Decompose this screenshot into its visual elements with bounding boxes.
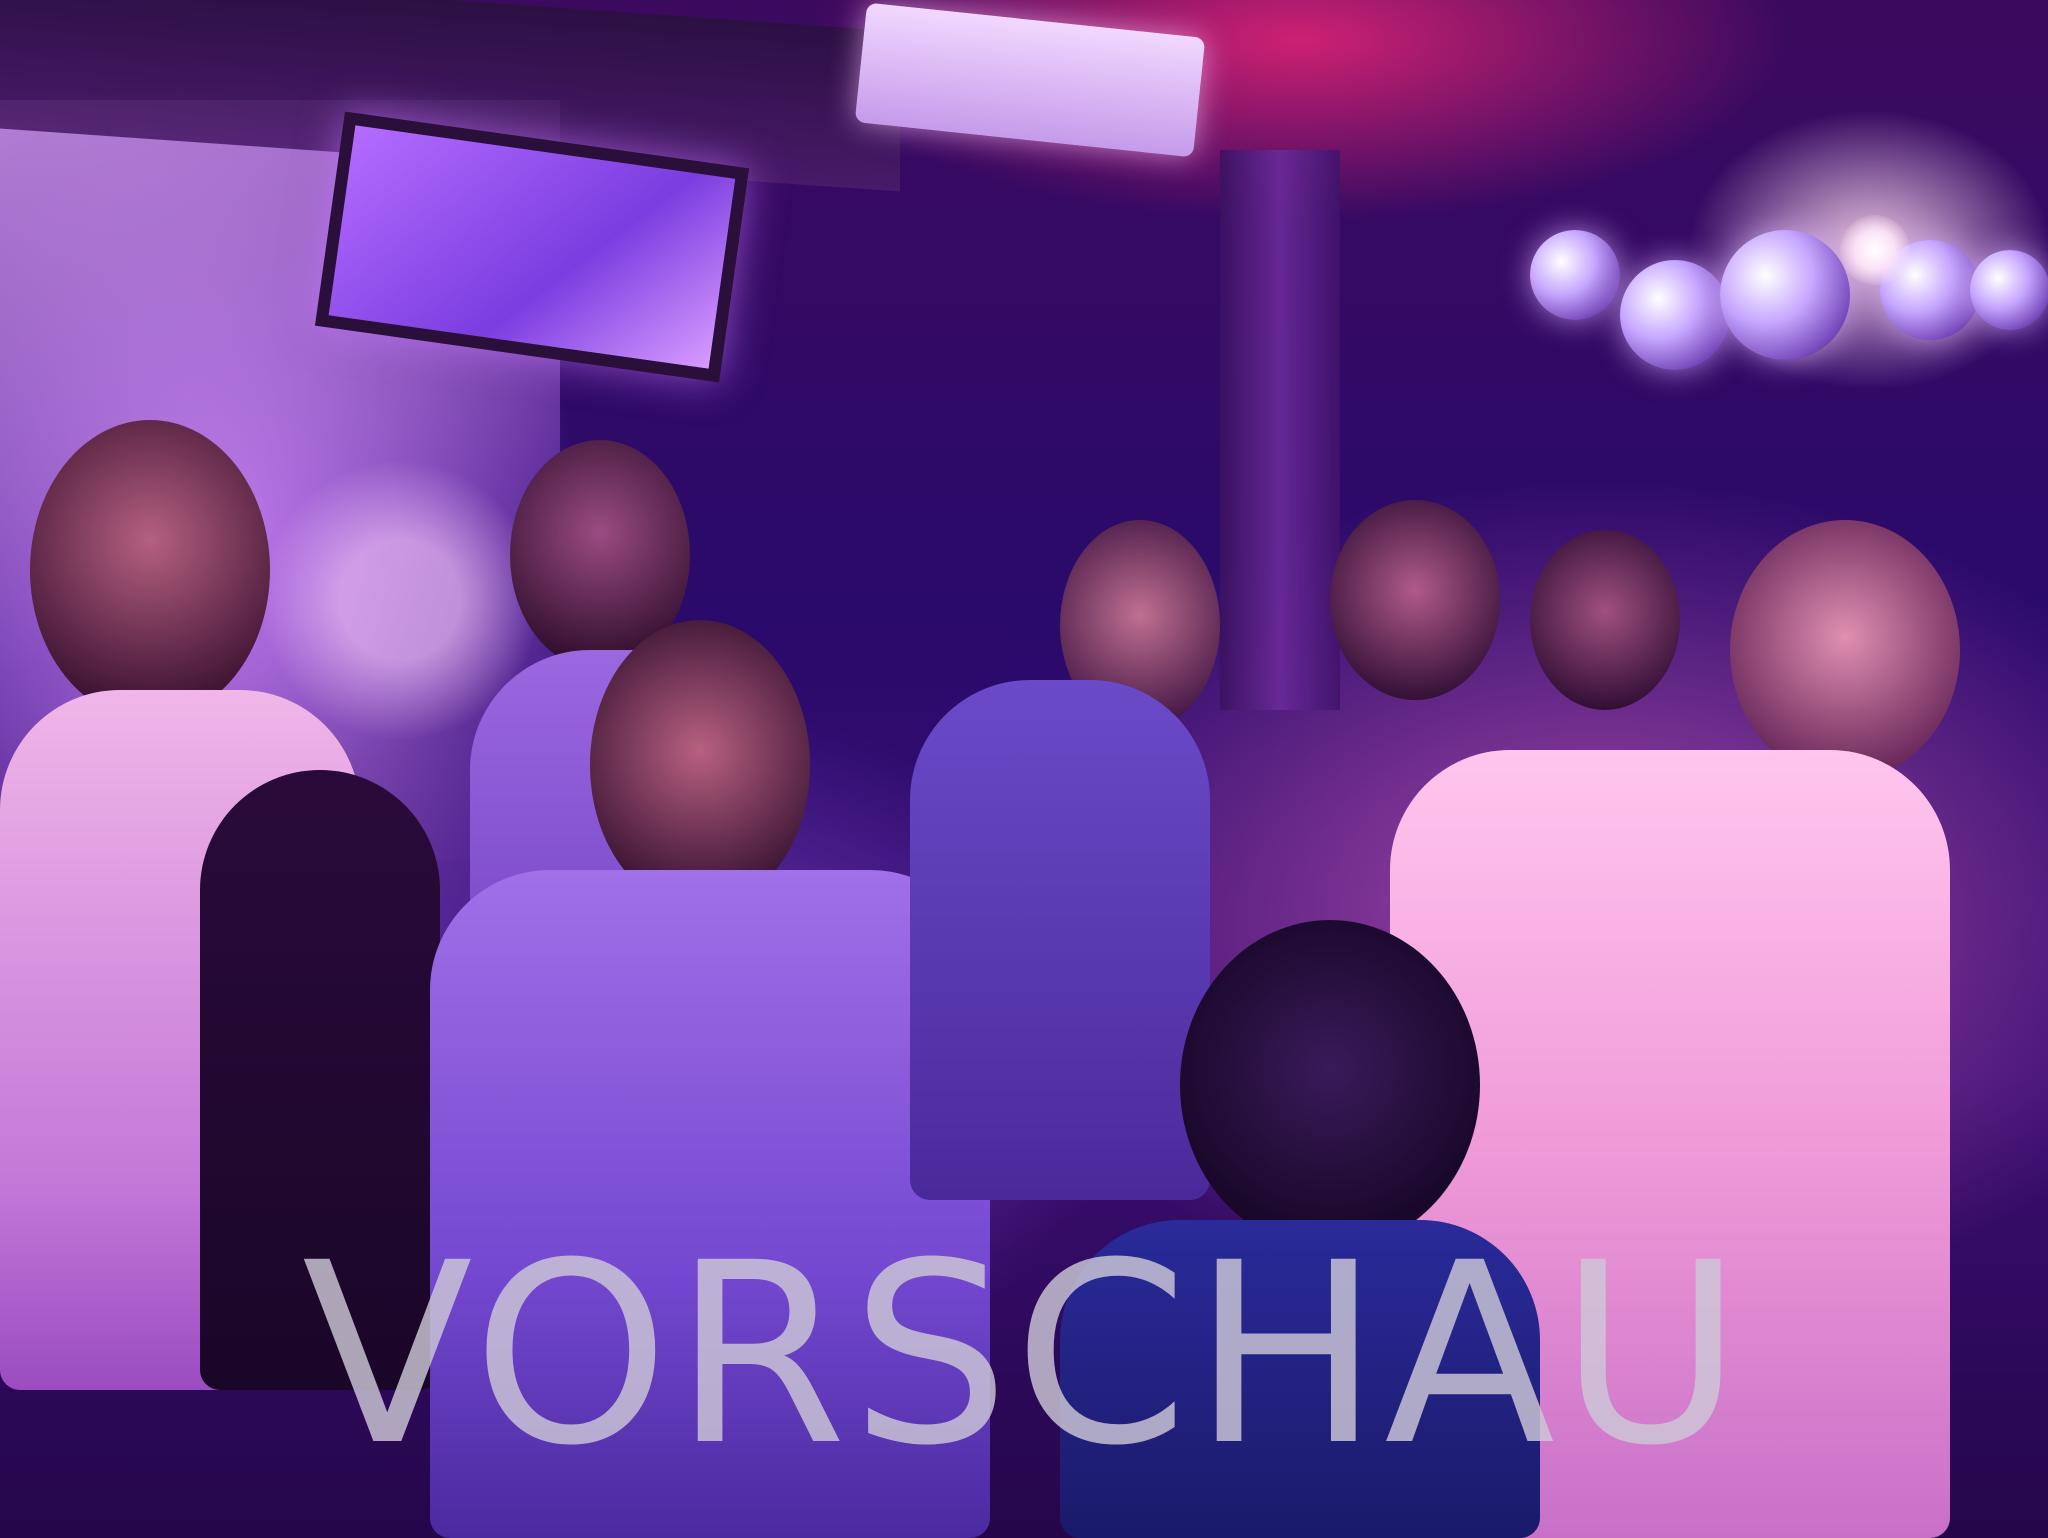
person-head [1180,920,1480,1250]
person-head [30,420,270,720]
party-photo: VORSCHAU [0,0,2048,1538]
watermark-text: VORSCHAU [301,1209,1747,1500]
pillar [1220,150,1340,710]
person-head [1730,520,1960,780]
disco-ball [1530,230,1620,320]
projector [854,2,1206,158]
person-head [590,620,810,910]
person-body [910,680,1210,1200]
person-head [1330,500,1500,700]
spotlight [1840,215,1910,285]
disco-ball [1720,230,1850,360]
disco-ball [1620,260,1730,370]
person-head [1530,530,1680,710]
disco-ball [1970,250,2048,330]
